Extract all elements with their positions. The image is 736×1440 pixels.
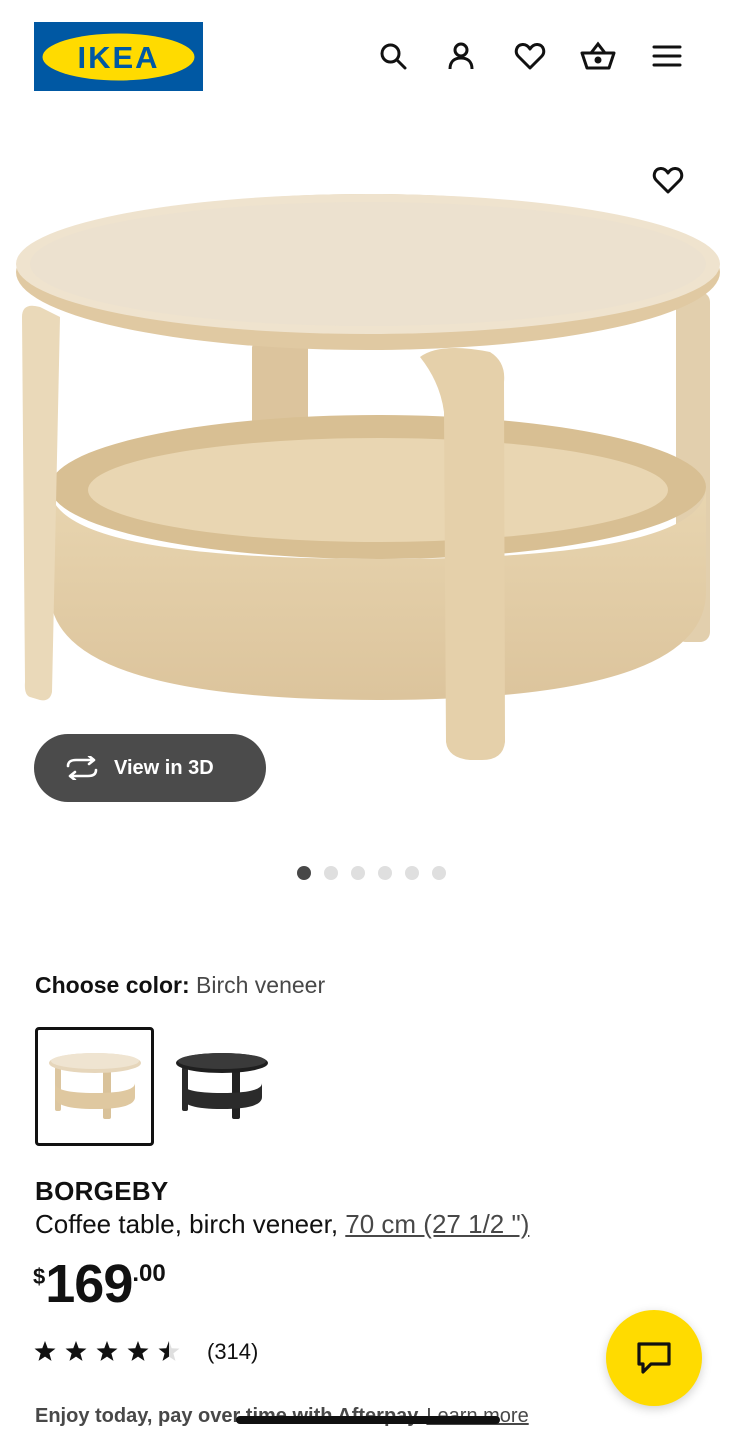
price-currency: $ <box>33 1264 46 1289</box>
price-integer: 169 <box>45 1254 133 1314</box>
black-table-thumbnail <box>175 1052 268 1119</box>
color-chooser-heading: Choose color: Birch veneer <box>35 972 325 999</box>
color-value: Birch veneer <box>196 972 326 998</box>
rating-stars <box>34 1341 180 1361</box>
add-to-favourites-heart-icon[interactable] <box>648 160 688 200</box>
price-decimal: .00 <box>132 1260 166 1287</box>
carousel-pagination <box>0 866 736 882</box>
rating-star-filled <box>127 1341 149 1361</box>
view-in-3d-label: View in 3D <box>114 756 214 779</box>
rating-star-filled <box>65 1341 87 1361</box>
carousel-dot[interactable] <box>431 866 446 880</box>
carousel-dot[interactable] <box>377 866 392 880</box>
ikea-logo[interactable]: IKEA <box>34 22 203 91</box>
carousel-dot[interactable] <box>350 866 365 880</box>
rating-star-filled <box>34 1341 56 1361</box>
product-size-link[interactable]: 70 cm (27 1/2 ") <box>345 1209 529 1239</box>
product-name: BORGEBY <box>35 1176 169 1206</box>
search-icon[interactable] <box>373 36 413 76</box>
product-description-text: Coffee table, birch veneer, <box>35 1209 346 1239</box>
product-price: $ 169 .00 <box>33 1254 166 1314</box>
view-in-3d-button[interactable]: View in 3D <box>34 734 266 802</box>
logo-oval: IKEA <box>42 33 195 80</box>
rotate-3d-icon <box>66 756 98 780</box>
coffee-table-image <box>16 194 720 760</box>
chat-button[interactable] <box>606 1310 702 1406</box>
favourites-heart-icon[interactable] <box>510 36 550 76</box>
review-count: (314) <box>207 1339 259 1364</box>
product-image-carousel[interactable]: View in 3D <box>0 112 736 842</box>
account-icon[interactable] <box>441 36 481 76</box>
carousel-dot[interactable] <box>404 866 419 880</box>
color-swatch-birch[interactable] <box>35 1027 154 1146</box>
logo-text: IKEA <box>77 40 159 75</box>
product-description: Coffee table, birch veneer, 70 cm (27 1/… <box>35 1209 529 1240</box>
chat-bubble-icon <box>637 1342 671 1374</box>
color-label: Choose color: <box>35 972 190 998</box>
product-rating[interactable]: (314) <box>33 1339 258 1365</box>
home-indicator <box>236 1416 500 1424</box>
carousel-dot[interactable] <box>323 866 338 880</box>
menu-icon[interactable] <box>647 36 687 76</box>
birch-table-thumbnail <box>48 1052 141 1119</box>
carousel-dot[interactable] <box>296 866 311 880</box>
basket-icon[interactable] <box>578 36 618 76</box>
rating-star-filled <box>96 1341 118 1361</box>
color-swatch-black[interactable] <box>162 1027 281 1146</box>
header: IKEA <box>0 0 736 112</box>
